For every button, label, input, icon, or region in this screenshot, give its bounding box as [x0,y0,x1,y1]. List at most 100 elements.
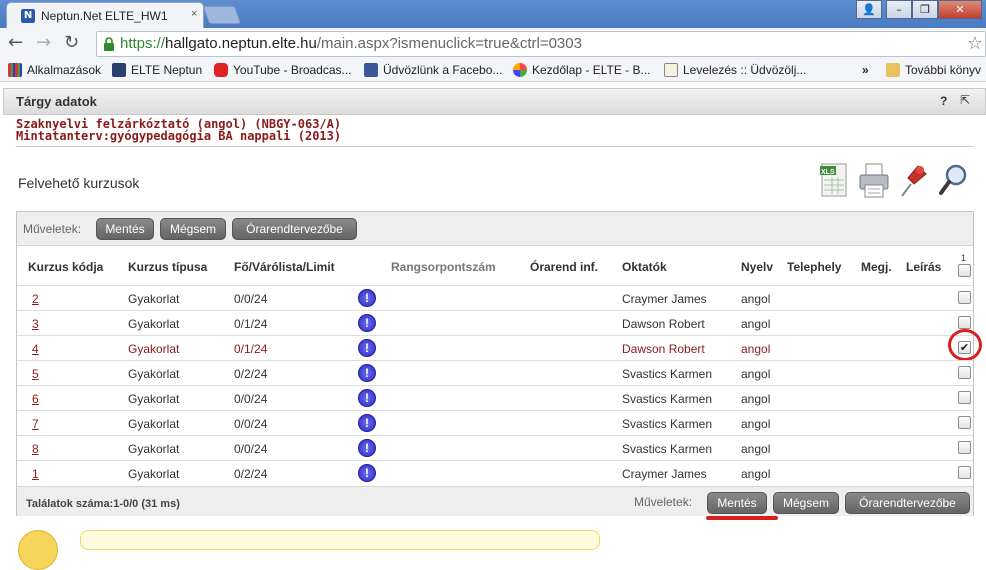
col-header-schedule[interactable]: Órarend inf. [530,260,598,274]
info-icon[interactable]: ! [358,414,376,432]
info-icon[interactable]: ! [358,339,376,357]
course-teacher: Svastics Karmen [622,417,713,431]
col-header-teachers[interactable]: Oktatók [622,260,667,274]
table-row[interactable]: 5 Gyakorlat 0/2/24 ! Svastics Karmen ang… [17,360,973,385]
course-count: 0/1/24 [234,317,268,331]
maximize-icon[interactable]: ❐ [912,0,938,19]
course-count: 0/0/24 [234,442,268,456]
course-grid: Műveletek: Mentés Mégsem Órarendtervezőb… [16,211,982,516]
course-type: Gyakorlat [128,292,180,306]
other-bookmarks[interactable]: További könyv [886,63,981,77]
panel-header: Tárgy adatok ? ⇱ [3,88,986,115]
xls-export-icon[interactable]: XLS [818,160,852,202]
info-icon[interactable]: ! [358,289,376,307]
table-row[interactable]: 3 Gyakorlat 0/1/24 ! Dawson Robert angol [17,310,973,335]
table-row[interactable]: 1 Gyakorlat 0/2/24 ! Craymer James angol [17,460,973,485]
add-to-timetable-button-bottom[interactable]: Órarendtervezőbe [845,492,970,514]
pin-icon[interactable] [896,160,930,202]
col-header-description[interactable]: Leírás [906,260,941,274]
course-teacher: Svastics Karmen [622,392,713,406]
course-code-link[interactable]: 2 [32,292,39,306]
col-header-count[interactable]: Fő/Várólista/Limit [234,260,335,274]
table-row-selected[interactable]: 4 Gyakorlat 0/1/24 ! Dawson Robert angol… [17,335,973,360]
row-checkbox[interactable] [958,316,971,329]
info-icon[interactable]: ! [358,439,376,457]
course-type: Gyakorlat [128,442,180,456]
col-header-site[interactable]: Telephely [787,260,841,274]
elte-icon [112,63,126,77]
save-button-bottom[interactable]: Mentés [707,492,767,514]
course-code-link[interactable]: 8 [32,442,39,456]
print-icon[interactable] [857,160,891,202]
help-icon[interactable]: ? [940,94,947,108]
back-arrow-icon[interactable]: ← [8,32,23,53]
course-code-link[interactable]: 7 [32,417,39,431]
table-row[interactable]: 2 Gyakorlat 0/0/24 ! Craymer James angol [17,285,973,310]
table-row[interactable]: 7 Gyakorlat 0/0/24 ! Svastics Karmen ang… [17,410,973,435]
course-code-link[interactable]: 1 [32,467,39,481]
add-to-timetable-button[interactable]: Órarendtervezőbe [232,218,357,240]
operations-bar-top: Műveletek: Mentés Mégsem Órarendtervezőb… [17,212,973,246]
col-header-note[interactable]: Megj. [861,260,892,274]
close-window-icon[interactable]: ✕ [938,0,982,19]
bookmark-label: ELTE Neptun [131,63,203,77]
info-icon[interactable]: ! [358,464,376,482]
row-checkbox[interactable] [958,366,971,379]
notification-bulb-icon [18,530,58,570]
tab-title: Neptun.Net ELTE_HW1 [41,9,168,23]
tab-close-icon[interactable]: × [191,8,197,20]
course-teacher: Craymer James [622,292,707,306]
course-count: 0/1/24 [234,342,268,356]
course-type: Gyakorlat [128,367,180,381]
course-language: angol [741,317,771,331]
course-code-link[interactable]: 5 [32,367,39,381]
col-header-rank[interactable]: Rangsorpontszám [391,260,496,274]
col-header-code[interactable]: Kurzus kódja [28,260,103,274]
url-host: hallgato.neptun.elte.hu [165,35,317,52]
minimize-icon[interactable]: – [886,0,912,19]
search-magnifier-icon[interactable] [937,160,971,202]
popout-icon[interactable]: ⇱ [960,93,970,107]
info-icon[interactable]: ! [358,314,376,332]
window-controls: 👤 – ❐ ✕ [856,0,982,20]
save-button[interactable]: Mentés [96,218,154,240]
course-code-link[interactable]: 6 [32,392,39,406]
info-icon[interactable]: ! [358,364,376,382]
bookmark-star-icon[interactable]: ☆ [967,33,983,54]
address-bar[interactable]: https://hallgato.neptun.elte.hu/main.asp… [96,31,986,57]
forward-arrow-icon[interactable]: → [36,32,51,53]
browser-tab[interactable]: N Neptun.Net ELTE_HW1 × [6,2,204,28]
row-checkbox[interactable] [958,466,971,479]
bookmark-facebook[interactable]: Üdvözlünk a Facebo... [364,63,502,77]
cancel-button[interactable]: Mégsem [160,218,226,240]
bookmarks-overflow[interactable]: » [862,63,869,77]
cancel-button-bottom[interactable]: Mégsem [773,492,839,514]
user-profile-icon[interactable]: 👤 [856,0,882,19]
table-row[interactable]: 6 Gyakorlat 0/0/24 ! Svastics Karmen ang… [17,385,973,410]
url-text: https://hallgato.neptun.elte.hu/main.asp… [120,35,582,52]
course-language: angol [741,392,771,406]
reload-icon[interactable]: ↻ [64,32,79,53]
bookmark-elte[interactable]: ELTE Neptun [112,63,202,77]
course-count: 0/0/24 [234,292,268,306]
row-checkbox[interactable] [958,441,971,454]
row-checkbox[interactable] [958,391,971,404]
bookmark-youtube[interactable]: YouTube - Broadcas... [214,63,352,77]
col-header-type[interactable]: Kurzus típusa [128,260,207,274]
neptun-favicon-icon: N [21,9,35,23]
row-checkbox[interactable] [958,291,971,304]
course-code-link[interactable]: 4 [32,342,39,356]
bookmark-mail[interactable]: Levelezés :: Üdvözölj... [664,63,806,77]
col-header-language[interactable]: Nyelv [741,260,773,274]
row-checkbox[interactable] [958,416,971,429]
url-protocol: https:// [120,35,166,52]
new-tab-button[interactable] [202,6,242,24]
table-row[interactable]: 8 Gyakorlat 0/0/24 ! Svastics Karmen ang… [17,435,973,460]
course-type: Gyakorlat [128,317,180,331]
url-path: /main.aspx?ismenuclick=true&ctrl=0303 [316,35,582,52]
select-all-checkbox[interactable] [958,264,971,277]
bookmark-apps[interactable]: Alkalmazások [8,63,101,77]
bookmark-elte-b[interactable]: Kezdőlap - ELTE - B... [513,63,651,77]
course-code-link[interactable]: 3 [32,317,39,331]
info-icon[interactable]: ! [358,389,376,407]
